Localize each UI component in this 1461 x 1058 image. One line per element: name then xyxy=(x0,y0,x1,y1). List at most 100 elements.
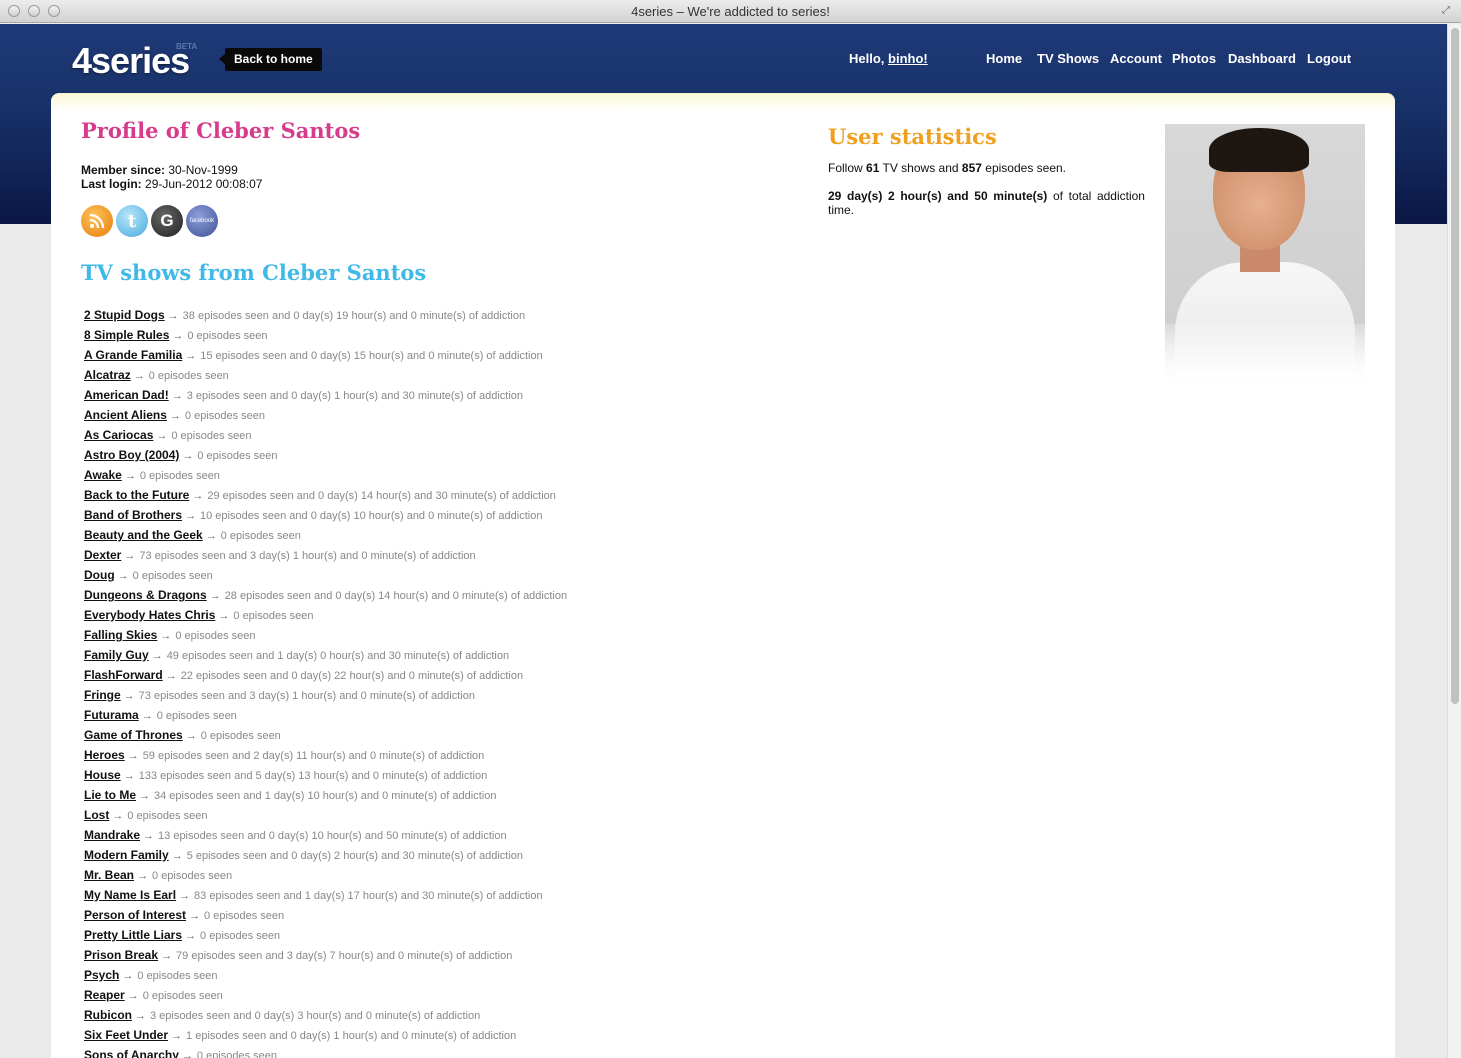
show-detail: 0 episodes seen xyxy=(152,870,233,882)
show-link[interactable]: Everybody Hates Chris xyxy=(84,608,215,622)
profile-photo xyxy=(1165,124,1365,389)
greeting-prefix: Hello, xyxy=(849,51,885,66)
show-link[interactable]: My Name Is Earl xyxy=(84,888,176,902)
show-link[interactable]: Pretty Little Liars xyxy=(84,928,182,942)
arrow-icon: → xyxy=(117,570,129,582)
twitter-icon[interactable]: t xyxy=(116,205,148,237)
google-icon[interactable]: G xyxy=(151,205,183,237)
member-since-label: Member since: xyxy=(81,163,166,177)
show-link[interactable]: Modern Family xyxy=(84,848,169,862)
show-link[interactable]: Lie to Me xyxy=(84,788,136,802)
show-link[interactable]: Six Feet Under xyxy=(84,1028,168,1042)
vertical-scrollbar[interactable] xyxy=(1447,24,1461,1058)
show-link[interactable]: Fringe xyxy=(84,688,121,702)
show-link[interactable]: 2 Stupid Dogs xyxy=(84,308,165,322)
minimize-window-button[interactable] xyxy=(28,5,40,17)
show-link[interactable]: Falling Skies xyxy=(84,628,157,642)
show-link[interactable]: Reaper xyxy=(84,988,125,1002)
show-link[interactable]: Ancient Aliens xyxy=(84,408,167,422)
show-link[interactable]: Lost xyxy=(84,808,109,822)
arrow-icon: → xyxy=(137,870,149,882)
show-list-item: Futurama → 0 episodes seen xyxy=(84,707,684,727)
show-link[interactable]: Heroes xyxy=(84,748,125,762)
show-list-item: Mr. Bean → 0 episodes seen xyxy=(84,867,684,887)
show-link[interactable]: 8 Simple Rules xyxy=(84,328,169,342)
show-link[interactable]: Back to the Future xyxy=(84,488,189,502)
show-list-item: Family Guy → 49 episodes seen and 1 day(s)… xyxy=(84,647,684,667)
show-list-item: Heroes → 59 episodes seen and 2 day(s) 11 … xyxy=(84,747,684,767)
last-login-row: Last login: 29-Jun-2012 00:08:07 xyxy=(81,177,262,191)
show-link[interactable]: A Grande Familia xyxy=(84,348,182,362)
show-list-item: A Grande Familia → 15 episodes seen and 0 … xyxy=(84,347,684,367)
window-title: 4series – We're addicted to series! xyxy=(631,4,830,19)
show-link[interactable]: Doug xyxy=(84,568,115,582)
shows-count: 61 xyxy=(866,161,880,175)
show-link[interactable]: Dungeons & Dragons xyxy=(84,588,207,602)
show-link[interactable]: Game of Thrones xyxy=(84,728,183,742)
content-panel-highlight xyxy=(51,94,1395,112)
zoom-window-button[interactable] xyxy=(48,5,60,17)
username-link[interactable]: binho! xyxy=(888,51,928,66)
show-link[interactable]: Mandrake xyxy=(84,828,140,842)
show-link[interactable]: Sons of Anarchy xyxy=(84,1048,179,1058)
show-detail: 0 episodes seen xyxy=(204,910,285,922)
show-link[interactable]: Futurama xyxy=(84,708,139,722)
arrow-icon: → xyxy=(179,890,191,902)
show-detail: 0 episodes seen xyxy=(196,1050,278,1058)
member-since-value: 30-Nov-1999 xyxy=(168,163,238,177)
show-detail: 0 episodes seen xyxy=(187,330,268,342)
show-link[interactable]: Psych xyxy=(84,968,119,982)
rss-icon[interactable] xyxy=(81,205,113,237)
show-link[interactable]: House xyxy=(84,768,121,782)
arrow-icon: → xyxy=(143,830,155,842)
show-link[interactable]: As Cariocas xyxy=(84,428,153,442)
nav-logout[interactable]: Logout xyxy=(1307,51,1351,66)
shows-section-title: TV shows from Cleber Santos xyxy=(81,260,427,285)
show-list-item: 8 Simple Rules → 0 episodes seen xyxy=(84,327,684,347)
show-detail: 0 episodes seen xyxy=(175,630,256,642)
show-link[interactable]: Prison Break xyxy=(84,948,158,962)
fullscreen-icon[interactable]: ⤢ xyxy=(1439,5,1453,17)
show-link[interactable]: Awake xyxy=(84,468,122,482)
show-link[interactable]: American Dad! xyxy=(84,388,169,402)
show-detail: 0 episodes seen xyxy=(200,730,281,742)
show-link[interactable]: Mr. Bean xyxy=(84,868,134,882)
shows-list: 2 Stupid Dogs → 38 episodes seen and 0 day… xyxy=(84,307,684,1058)
site-logo[interactable]: 4series xyxy=(72,40,190,82)
show-list-item: Alcatraz → 0 episodes seen xyxy=(84,367,684,387)
show-list-item: Sons of Anarchy → 0 episodes seen xyxy=(84,1047,684,1058)
show-link[interactable]: Alcatraz xyxy=(84,368,131,382)
nav-account[interactable]: Account xyxy=(1110,51,1162,66)
back-to-home-button[interactable]: Back to home xyxy=(219,48,322,71)
profile-title: Profile of Cleber Santos xyxy=(81,118,361,143)
show-list-item: Psych → 0 episodes seen xyxy=(84,967,684,987)
show-detail: 0 episodes seen xyxy=(132,570,213,582)
nav-dashboard[interactable]: Dashboard xyxy=(1228,51,1296,66)
show-link[interactable]: Family Guy xyxy=(84,648,149,662)
nav-tv-shows[interactable]: TV Shows xyxy=(1037,51,1099,66)
show-link[interactable]: Dexter xyxy=(84,548,121,562)
show-link[interactable]: Person of Interest xyxy=(84,908,186,922)
nav-photos[interactable]: Photos xyxy=(1172,51,1216,66)
arrow-icon: → xyxy=(133,370,145,382)
arrow-icon: → xyxy=(185,510,197,522)
show-link[interactable]: Beauty and the Geek xyxy=(84,528,203,542)
arrow-icon: → xyxy=(205,530,217,542)
arrow-icon: → xyxy=(185,730,197,742)
show-link[interactable]: Band of Brothers xyxy=(84,508,182,522)
show-detail: 34 episodes seen and 1 day(s) 10 hour(s)… xyxy=(154,790,497,802)
show-list-item: Awake → 0 episodes seen xyxy=(84,467,684,487)
show-list-item: House → 133 episodes seen and 5 day(s) 13 … xyxy=(84,767,684,787)
show-link[interactable]: FlashForward xyxy=(84,668,163,682)
show-detail: 5 episodes seen and 0 day(s) 2 hour(s) a… xyxy=(186,850,523,862)
scrollbar-thumb[interactable] xyxy=(1451,28,1459,704)
show-link[interactable]: Astro Boy (2004) xyxy=(84,448,179,462)
nav-home[interactable]: Home xyxy=(986,51,1022,66)
show-list-item: Astro Boy (2004) → 0 episodes seen xyxy=(84,447,684,467)
show-detail: 0 episodes seen xyxy=(184,410,266,422)
show-link[interactable]: Rubicon xyxy=(84,1008,132,1022)
close-window-button[interactable] xyxy=(8,5,20,17)
arrow-icon: → xyxy=(182,450,194,462)
show-detail: 28 episodes seen and 0 day(s) 14 hour(s)… xyxy=(224,590,568,602)
facebook-icon[interactable]: facebook xyxy=(186,205,218,237)
